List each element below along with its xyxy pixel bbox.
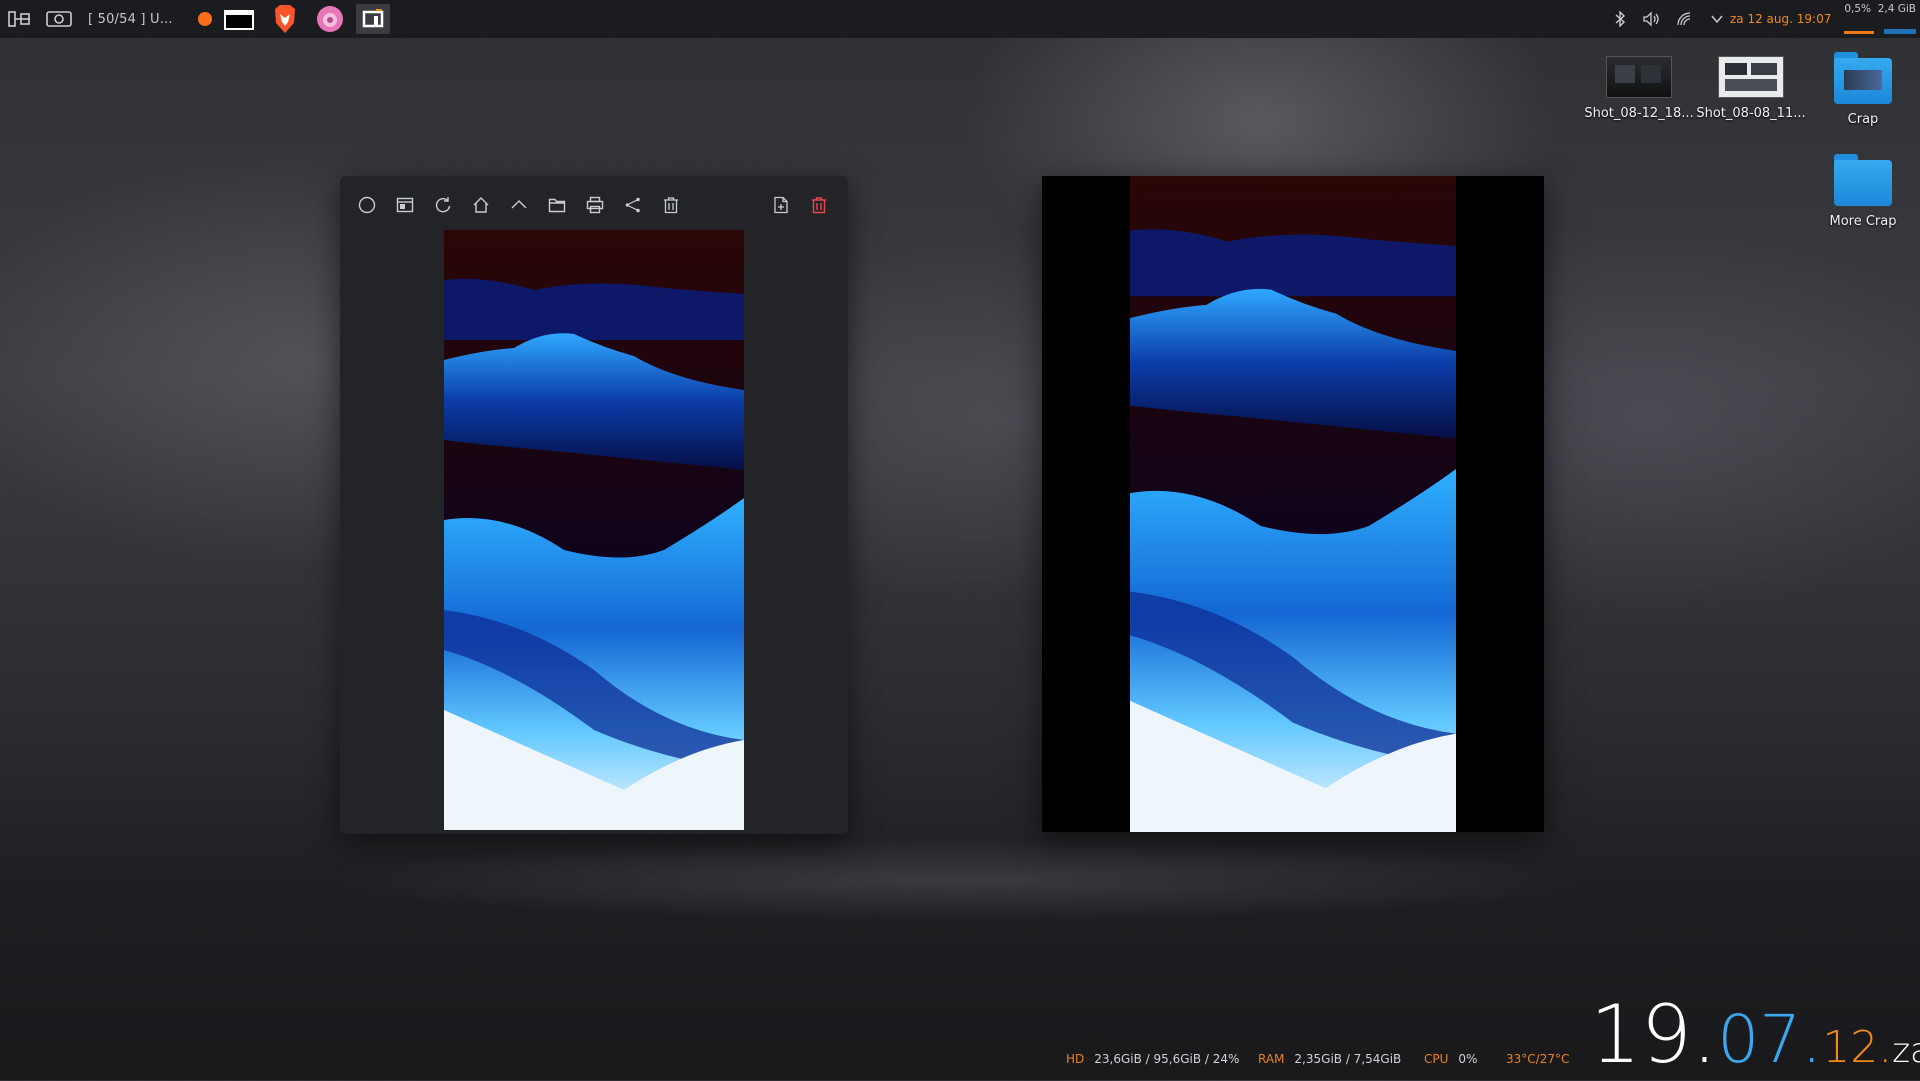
cpu-bar <box>1844 31 1874 34</box>
desktop-icon-label: Crap <box>1847 112 1879 127</box>
delete-icon[interactable] <box>808 194 830 216</box>
image-preview-window <box>1042 176 1544 832</box>
up-icon[interactable] <box>508 194 530 216</box>
desktop-icon-label: More Crap <box>1829 214 1897 229</box>
task-title[interactable]: [ 50/54 ] U... <box>88 0 173 38</box>
desktop-icon-label: Shot_08-12_18... <box>1584 106 1694 121</box>
print-icon[interactable] <box>584 194 606 216</box>
image-thumbnail-icon <box>1606 56 1672 98</box>
clock-dot-2: . <box>1801 1001 1823 1078</box>
cpu-value: 0% <box>1458 1052 1478 1066</box>
hd-label: HD <box>1066 1052 1085 1066</box>
big-date-clock: 19.07.12.za <box>1590 988 1920 1081</box>
image-thumbnail-icon <box>1718 56 1784 98</box>
screenshot-icon[interactable] <box>46 0 74 38</box>
pink-app-icon[interactable] <box>313 4 347 34</box>
clock-weekday: za <box>1892 1031 1920 1071</box>
system-tray <box>1614 0 1724 38</box>
ram-value: 2,35GiB / 7,54GiB <box>1294 1052 1402 1066</box>
circle-icon[interactable] <box>356 194 378 216</box>
cpu-ram-readout: 0,5% 2,4 GiB <box>1844 3 1916 15</box>
panel-clock[interactable]: za 12 aug. 19:07 <box>1730 0 1831 38</box>
rotate-icon[interactable] <box>432 194 454 216</box>
temp-stat: 33°C/27°C <box>1506 1052 1570 1066</box>
top-panel: [ 50/54 ] U... za 12 aug. 19:07 0,5% 2,4… <box>0 0 1920 38</box>
volume-icon[interactable] <box>1642 11 1660 27</box>
trash-icon[interactable] <box>660 194 682 216</box>
image-viewer-task-icon[interactable] <box>356 4 390 34</box>
terminal-app-icon[interactable] <box>222 4 256 34</box>
desktop-icon-shot-1[interactable]: Shot_08-12_18... <box>1584 56 1694 121</box>
desktop-icon-shot-2[interactable]: Shot_08-08_11... <box>1696 56 1806 121</box>
viewer-image[interactable] <box>444 230 744 830</box>
app-launcher-icon[interactable] <box>8 0 32 38</box>
bluetooth-icon[interactable] <box>1614 11 1626 27</box>
hd-stat: HD 23,6GiB / 95,6GiB / 24% <box>1066 1052 1239 1066</box>
desktop-folder-more-crap[interactable]: More Crap <box>1808 154 1918 229</box>
ram-bar <box>1884 29 1916 34</box>
preview-image[interactable] <box>1130 176 1456 832</box>
firefox-dot-icon[interactable] <box>188 4 222 34</box>
clock-day: 07 <box>1717 1001 1802 1078</box>
ram-label: RAM <box>1258 1052 1285 1066</box>
desktop-icon-label: Shot_08-08_11... <box>1696 106 1806 121</box>
expand-tray-icon[interactable] <box>1710 14 1724 24</box>
clock-hour: 19 <box>1590 988 1692 1081</box>
brave-browser-icon[interactable] <box>268 4 302 34</box>
home-icon[interactable] <box>470 194 492 216</box>
panel-icon[interactable] <box>394 194 416 216</box>
network-icon[interactable] <box>1676 11 1694 27</box>
cpu-stat: CPU 0% <box>1424 1052 1477 1066</box>
clock-month: 12 <box>1822 1022 1879 1073</box>
folder-icon <box>1834 154 1892 206</box>
image-viewer-window <box>340 176 848 834</box>
desktop-folder-crap[interactable]: Crap <box>1808 52 1918 127</box>
clock-dot-1: . <box>1691 988 1718 1081</box>
viewer-toolbar <box>340 176 848 232</box>
system-monitor[interactable]: 0,5% 2,4 GiB <box>1836 0 1916 38</box>
folder-icon[interactable] <box>546 194 568 216</box>
folder-icon <box>1834 52 1892 104</box>
share-icon[interactable] <box>622 194 644 216</box>
hd-value: 23,6GiB / 95,6GiB / 24% <box>1094 1052 1240 1066</box>
export-icon[interactable] <box>770 194 792 216</box>
cpu-label: CPU <box>1424 1052 1449 1066</box>
ram-stat: RAM 2,35GiB / 7,54GiB <box>1258 1052 1401 1066</box>
clock-dot-3: . <box>1878 1022 1893 1073</box>
